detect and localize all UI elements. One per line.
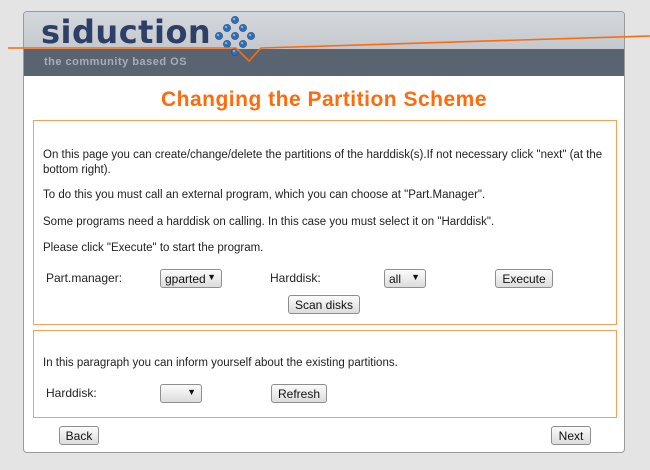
scan-disks-button[interactable]: Scan disks [288,295,360,314]
siduction-logo-dots-icon [215,16,255,56]
partition-info-paragraph: In this paragraph you can inform yoursel… [43,357,398,369]
header-banner: siduction the community based OS [24,12,624,76]
harddisk-value: all [389,271,402,286]
intro-paragraph: On this page you can create/change/delet… [43,149,603,176]
external-program-paragraph: To do this you must call an external pro… [43,189,486,201]
page-title: Changing the Partition Scheme [160,88,488,111]
harddisk-paragraph: Some programs need a harddisk on calling… [43,216,495,228]
part-manager-value: gparted [165,271,206,286]
harddisk-select[interactable]: all ▼ [384,269,426,288]
part-manager-select[interactable]: gparted ▼ [160,269,222,288]
next-button[interactable]: Next [551,426,591,445]
info-harddisk-select[interactable]: ▼ [160,384,202,403]
refresh-button[interactable]: Refresh [271,384,327,403]
info-harddisk-label: Harddisk: [46,386,97,400]
execute-button[interactable]: Execute [495,269,553,288]
chevron-down-icon: ▼ [411,272,420,282]
execute-hint-paragraph: Please click "Execute" to start the prog… [43,242,264,254]
back-button[interactable]: Back [59,426,99,445]
header-tagline: the community based OS [44,56,188,68]
partition-tool-panel: On this page you can create/change/delet… [33,120,617,325]
partition-info-panel: In this paragraph you can inform yoursel… [33,330,617,418]
harddisk-label: Harddisk: [270,271,321,285]
chevron-down-icon: ▼ [187,387,196,397]
chevron-down-icon: ▼ [207,272,216,282]
part-manager-label: Part.manager: [46,271,123,285]
installer-window: siduction the community based OS Changin… [23,11,625,453]
siduction-logo: siduction [41,13,212,51]
